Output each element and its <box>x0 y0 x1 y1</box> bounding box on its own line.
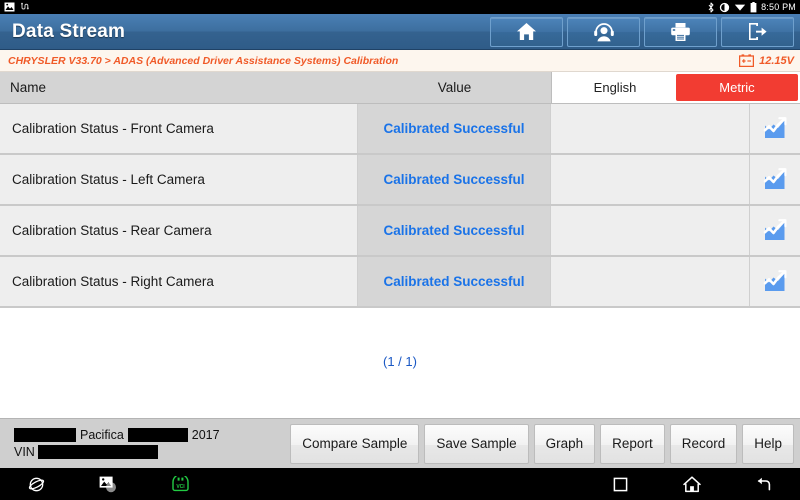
cell-value: Calibrated Successful <box>358 155 551 204</box>
battery-icon <box>750 1 757 12</box>
breadcrumb: CHRYSLER V33.70 > ADAS (Advanced Driver … <box>8 54 399 67</box>
back-button[interactable] <box>728 476 800 492</box>
line-chart-icon <box>763 218 787 240</box>
table-row[interactable]: Calibration Status - Right Camera Calibra… <box>0 257 800 308</box>
status-bar-clock: 8:50 PM <box>761 2 796 12</box>
screenshot-icon <box>99 476 116 492</box>
svg-text:VCI: VCI <box>176 484 185 490</box>
unit-option-english[interactable]: English <box>554 74 676 101</box>
table-header-row: Name Value English Metric <box>0 72 800 104</box>
nav-bar-left: VCI <box>0 475 216 493</box>
vehicle-info: Pacifica 2017 VIN <box>0 428 240 459</box>
help-button[interactable]: Help <box>742 423 794 464</box>
line-chart-icon <box>763 167 787 189</box>
battery-voltage-value: 12.15V <box>759 54 794 67</box>
battery-voltage-icon <box>739 54 755 67</box>
cell-name: Calibration Status - Right Camera <box>0 257 358 306</box>
content-spacer: (1 / 1) <box>0 308 800 418</box>
table-row[interactable]: Calibration Status - Left Camera Calibrat… <box>0 155 800 206</box>
home-icon <box>683 475 701 492</box>
table-body: Calibration Status - Front Camera Calibra… <box>0 104 800 308</box>
brightness-icon <box>719 2 730 12</box>
column-header-value: Value <box>437 80 472 95</box>
unit-toggle: English Metric <box>554 74 798 101</box>
unit-toggle-container: English Metric <box>551 72 800 103</box>
table-row[interactable]: Calibration Status - Front Camera Calibra… <box>0 104 800 155</box>
cell-name: Calibration Status - Front Camera <box>0 104 358 153</box>
vci-status-button[interactable]: VCI <box>144 475 216 493</box>
battery-voltage-indicator: 12.15V <box>739 54 794 67</box>
row-graph-button[interactable] <box>750 104 800 153</box>
redacted-vin <box>37 445 158 459</box>
vehicle-model-line: Pacifica 2017 <box>14 428 240 442</box>
line-chart-icon <box>763 269 787 291</box>
row-graph-button[interactable] <box>750 155 800 204</box>
row-graph-button[interactable] <box>750 257 800 306</box>
line-chart-icon <box>763 116 787 138</box>
header-action-buttons <box>490 16 794 47</box>
cell-value: Calibrated Successful <box>358 257 551 306</box>
recents-square-icon <box>613 477 627 491</box>
browser-icon <box>28 477 44 491</box>
vin-label: VIN <box>14 445 35 459</box>
cell-value: Calibrated Successful <box>358 104 551 153</box>
action-button-row: Compare Sample Save Sample Graph Report Reco… <box>290 423 800 464</box>
bottom-action-bar: Pacifica 2017 VIN Compare Sample Save Sam… <box>0 418 800 468</box>
back-arrow-icon <box>757 477 771 491</box>
save-sample-button[interactable]: Save Sample <box>424 423 529 464</box>
support-button[interactable] <box>567 16 640 47</box>
status-bar-left-icons <box>4 2 31 12</box>
vehicle-vin-line: VIN <box>14 445 240 459</box>
android-status-bar: 8:50 PM <box>0 0 800 14</box>
cell-name: Calibration Status - Left Camera <box>0 155 358 204</box>
cell-unit <box>551 257 750 306</box>
record-button[interactable]: Record <box>669 423 738 464</box>
vci-connector-icon: VCI <box>171 475 189 491</box>
recents-button[interactable] <box>584 477 656 492</box>
compare-sample-button[interactable]: Compare Sample <box>290 423 420 464</box>
cell-unit <box>551 104 750 153</box>
usb-debug-icon <box>21 2 29 10</box>
app-title-bar: Data Stream <box>0 14 800 50</box>
cell-unit <box>551 155 750 204</box>
report-button[interactable]: Report <box>600 423 665 464</box>
browser-button[interactable] <box>0 476 72 493</box>
table-row[interactable]: Calibration Status - Rear Camera Calibrat… <box>0 206 800 257</box>
headset-person-icon <box>593 22 614 41</box>
printer-icon <box>671 22 690 41</box>
cell-value: Calibrated Successful <box>358 206 551 255</box>
exit-button[interactable] <box>721 16 794 47</box>
nav-home-button[interactable] <box>656 475 728 493</box>
screenshot-button[interactable] <box>72 476 144 493</box>
bluetooth-icon <box>708 2 714 12</box>
exit-door-icon <box>749 23 767 40</box>
data-stream-table: Name Value English Metric Calibration St… <box>0 72 800 308</box>
print-button[interactable] <box>644 16 717 47</box>
pagination-indicator: (1 / 1) <box>383 354 417 369</box>
vehicle-model: Pacifica <box>80 428 124 442</box>
gallery-icon <box>4 2 15 12</box>
android-nav-bar: VCI <box>0 468 800 500</box>
vehicle-year: 2017 <box>191 428 220 442</box>
unit-option-metric[interactable]: Metric <box>676 74 798 101</box>
cell-name: Calibration Status - Rear Camera <box>0 206 358 255</box>
page-title: Data Stream <box>12 20 126 42</box>
status-bar-right-icons: 8:50 PM <box>707 1 796 13</box>
column-header-name: Name <box>10 80 47 95</box>
cell-unit <box>551 206 750 255</box>
home-button[interactable] <box>490 16 563 47</box>
redacted-make <box>14 428 76 442</box>
wifi-icon <box>734 4 746 11</box>
breadcrumb-bar: CHRYSLER V33.70 > ADAS (Advanced Driver … <box>0 50 800 72</box>
graph-button[interactable]: Graph <box>533 423 596 464</box>
tablet-screen: 8:50 PM Data Stream CHRYSLER V33.70 > AD… <box>0 0 800 500</box>
row-graph-button[interactable] <box>750 206 800 255</box>
redacted-trim <box>127 428 188 442</box>
nav-bar-right <box>584 475 800 493</box>
home-icon <box>517 23 536 40</box>
